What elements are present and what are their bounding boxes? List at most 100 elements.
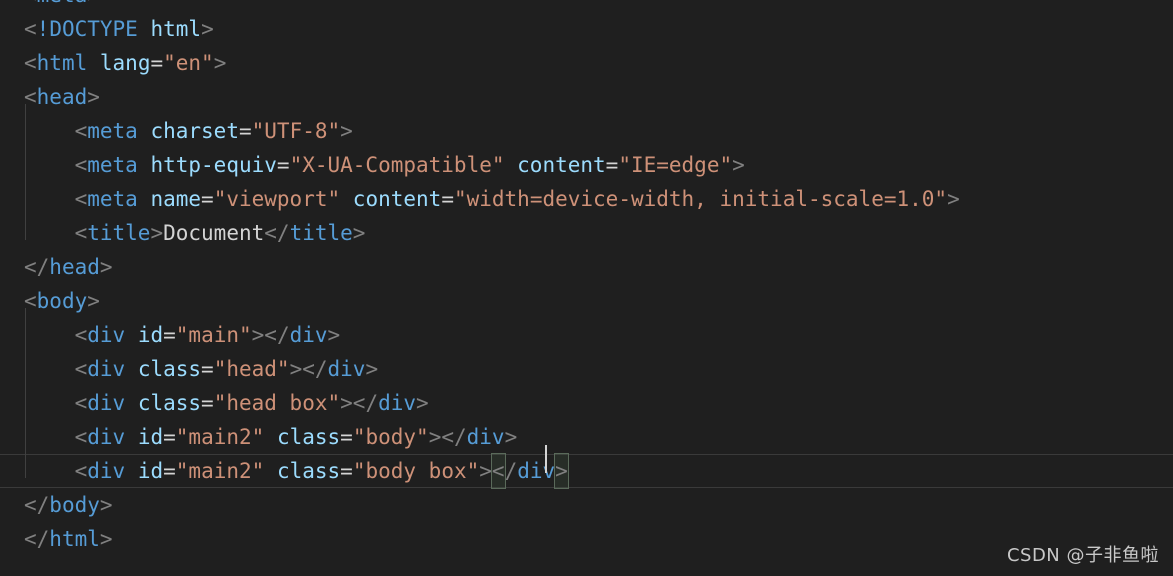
code-token: div [87,459,126,483]
code-token: = [441,187,454,211]
code-token: DOCTYPE [49,17,138,41]
code-line[interactable]: <title>Document</title> [0,216,1173,250]
code-line[interactable]: <meta http-equiv="X-UA-Compatible" conte… [0,148,1173,182]
code-token: ! [36,17,50,41]
code-token: "main2" [175,425,265,449]
code-token: "X-UA-Compatible" [289,153,505,177]
code-token: title [87,221,151,245]
code-token: html [49,527,100,551]
code-token: = [201,187,214,211]
code-token: > [479,459,492,483]
code-token: body [36,289,88,313]
code-line[interactable]: <div id="main2" class="body box"></div> [0,453,1173,489]
code-token: "viewport" [213,187,341,211]
code-token: < [74,357,88,381]
code-token: lang [99,51,151,75]
code-token: > [352,221,366,245]
code-token: = [150,51,164,75]
code-line[interactable]: <div class="head box"></div> [0,386,1173,420]
code-token: < [24,17,37,41]
code-line[interactable]: </html> [0,522,1173,556]
code-token: < [74,459,88,483]
code-token: title [289,221,353,245]
code-token: content [517,153,606,177]
code-token: < [74,187,88,211]
code-token: class [276,459,341,483]
code-token: html [36,51,88,75]
code-token: </ [441,425,467,449]
code-token: div [87,323,126,347]
code-line[interactable]: </head> [0,250,1173,284]
code-token: </ [264,221,290,245]
code-token: "UTF-8" [251,119,341,143]
code-token: > [213,51,227,75]
code-token: = [276,153,290,177]
code-token: > [87,289,100,313]
code-token: id [137,425,164,449]
code-line[interactable]: <div class="head"></div> [0,352,1173,386]
code-token: = [163,323,176,347]
code-token: = [340,459,353,483]
code-token: head [36,85,88,109]
code-token: body [49,493,100,517]
code-token: "body box" [352,459,480,483]
code-token: / [504,459,518,483]
code-token: content [352,187,442,211]
code-token: = [163,459,176,483]
code-token: "main" [175,323,252,347]
code-token: meta [37,0,88,7]
code-token: < [74,323,88,347]
code-editor[interactable]: <meta><!DOCTYPE html><html lang="en"><he… [0,0,1173,576]
code-content[interactable]: <meta><!DOCTYPE html><html lang="en"><he… [0,0,1173,576]
code-line[interactable]: </body> [0,488,1173,522]
code-line[interactable]: <meta charset="UTF-8"> [0,114,1173,148]
code-token: "head box" [213,391,341,415]
code-line[interactable]: <meta> [0,0,1173,12]
code-token: < [24,51,37,75]
code-token: id [137,459,164,483]
bracket-match-highlight: > [554,453,569,489]
code-token: > [251,323,265,347]
code-token: class [276,425,341,449]
code-line[interactable]: <!DOCTYPE html> [0,12,1173,46]
code-token: > [947,187,960,211]
code-token: div [517,459,556,483]
code-line[interactable]: <meta name="viewport" content="width=dev… [0,182,1173,216]
code-line[interactable]: <html lang="en"> [0,46,1173,80]
code-token: > [87,85,100,109]
code-token: "body" [352,425,429,449]
code-token: < [74,221,88,245]
code-token: = [605,153,619,177]
code-token: = [201,391,214,415]
code-token: </ [352,391,379,415]
code-token: > [732,153,745,177]
code-token: div [378,391,417,415]
code-token: < [74,425,88,449]
code-token: < [24,289,37,313]
code-token: = [340,425,353,449]
code-line[interactable]: <div id="main2" class="body"></div> [0,420,1173,454]
code-line[interactable]: <head> [0,80,1173,114]
code-token: "width=device-width, initial-scale=1.0" [453,187,948,211]
code-token: div [87,357,126,381]
csdn-watermark: CSDN @子非鱼啦 [1006,545,1159,566]
code-token: div [87,425,126,449]
bracket-match-highlight: < [490,453,506,489]
code-line[interactable]: <body> [0,284,1173,318]
code-line[interactable]: <div id="main"></div> [0,318,1173,352]
code-token: div [289,323,328,347]
code-token: > [289,357,303,381]
